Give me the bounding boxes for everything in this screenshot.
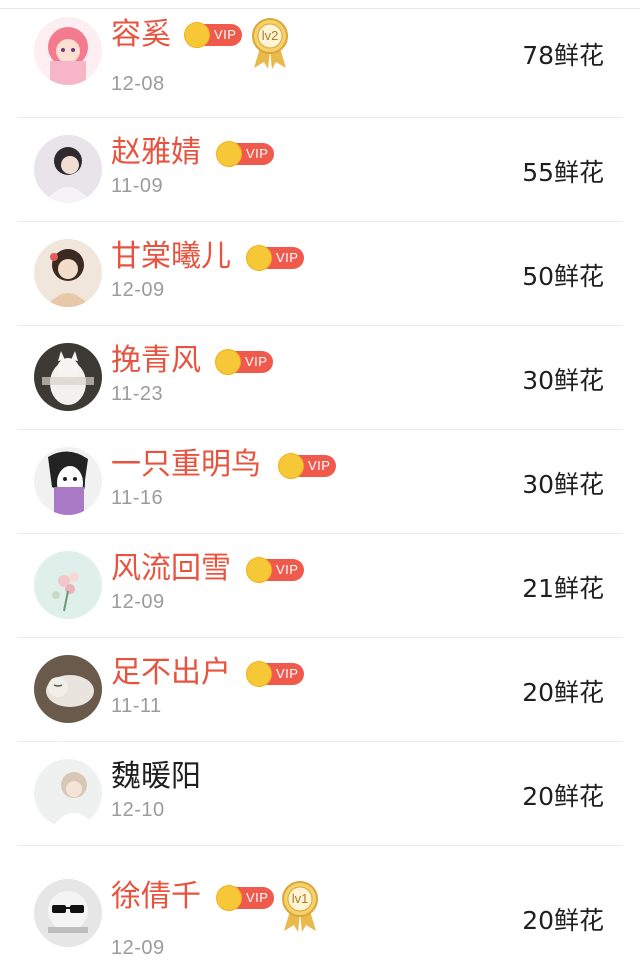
user-name[interactable]: 风流回雪 (111, 551, 231, 587)
cat-avatar[interactable] (34, 343, 102, 411)
user-name[interactable]: 甘棠曦儿 (111, 239, 231, 275)
vip-badge-text: VIP (276, 562, 299, 577)
list-item[interactable]: 甘棠曦儿 VIP 12-09 50鲜花 (0, 222, 640, 326)
crown-icon (246, 661, 272, 687)
sleeping-cat-avatar[interactable] (34, 655, 102, 723)
date-text: 11-16 (111, 487, 164, 509)
flower-count: 78鲜花 (522, 41, 604, 70)
vip-badge-text: VIP (308, 458, 331, 473)
date-text: 12-08 (111, 73, 165, 95)
level-text: lv2 (261, 28, 279, 43)
user-name[interactable]: 挽青风 (111, 343, 201, 379)
vip-badge: VIP (278, 453, 336, 479)
cartoon-face-avatar[interactable] (34, 447, 102, 515)
girl-avatar[interactable] (34, 759, 102, 827)
anime-girl-avatar[interactable] (34, 17, 102, 85)
list-item[interactable]: 挽青风 VIP 11-23 30鲜花 (0, 326, 640, 430)
woman-portrait-avatar[interactable] (34, 135, 102, 203)
date-text: 11-23 (111, 383, 164, 405)
flower-count: 20鲜花 (522, 678, 604, 707)
crown-icon (216, 141, 242, 167)
list-item[interactable]: 容奚 VIP lv2 12-08 78鲜花 (0, 8, 640, 118)
vip-badge: VIP (246, 557, 304, 583)
vip-badge-text: VIP (276, 250, 299, 265)
flower-count: 20鲜花 (522, 906, 604, 935)
user-name[interactable]: 容奚 (111, 17, 171, 53)
list-item[interactable]: 足不出户 VIP 11-11 20鲜花 (0, 638, 640, 742)
list-item[interactable]: 徐倩千 VIP lv1 12-09 20鲜花 (0, 846, 640, 969)
user-name[interactable]: 一只重明鸟 (111, 447, 261, 483)
vip-badge-text: VIP (245, 354, 268, 369)
list-item[interactable]: 魏暖阳 12-10 20鲜花 (0, 742, 640, 846)
user-name[interactable]: 徐倩千 (111, 879, 201, 915)
vip-badge-text: VIP (214, 27, 237, 42)
crown-icon (215, 349, 241, 375)
vip-badge: VIP (246, 245, 304, 271)
crown-icon (246, 245, 272, 271)
flower-avatar[interactable] (34, 551, 102, 619)
vip-badge-text: VIP (246, 146, 269, 161)
user-name[interactable]: 足不出户 (111, 655, 231, 691)
vip-badge: VIP (216, 141, 274, 167)
list-item[interactable]: 风流回雪 VIP 12-09 21鲜花 (0, 534, 640, 638)
level-text: lv1 (291, 891, 309, 906)
list-item[interactable]: 一只重明鸟 VIP 11-16 30鲜花 (0, 430, 640, 534)
date-text: 12-09 (111, 279, 165, 301)
crown-icon (184, 22, 210, 48)
vip-badge: VIP (184, 22, 242, 48)
flower-count: 30鲜花 (522, 366, 604, 395)
crown-icon (246, 557, 272, 583)
crown-icon (216, 885, 242, 911)
traditional-girl-avatar[interactable] (34, 239, 102, 307)
list-item[interactable]: 赵雅婧 VIP 11-09 55鲜花 (0, 118, 640, 222)
vip-badge: VIP (246, 661, 304, 687)
flower-count: 55鲜花 (522, 158, 604, 187)
vip-badge: VIP (216, 885, 274, 911)
date-text: 12-10 (111, 799, 165, 821)
user-name[interactable]: 赵雅婧 (111, 135, 201, 171)
flower-count: 21鲜花 (522, 574, 604, 603)
vip-badge-text: VIP (276, 666, 299, 681)
date-text: 11-11 (111, 695, 162, 717)
crown-icon (278, 453, 304, 479)
vip-badge-text: VIP (246, 890, 269, 905)
sunglasses-face-avatar[interactable] (34, 879, 102, 947)
date-text: 11-09 (111, 175, 164, 197)
vip-badge: VIP (215, 349, 273, 375)
level-medal-icon: lv2 (250, 14, 290, 70)
flower-count: 30鲜花 (522, 470, 604, 499)
user-name[interactable]: 魏暖阳 (111, 759, 201, 795)
date-text: 12-09 (111, 591, 165, 613)
flower-count: 20鲜花 (522, 782, 604, 811)
level-medal-icon: lv1 (280, 877, 320, 933)
date-text: 12-09 (111, 937, 165, 959)
flower-count: 50鲜花 (522, 262, 604, 291)
